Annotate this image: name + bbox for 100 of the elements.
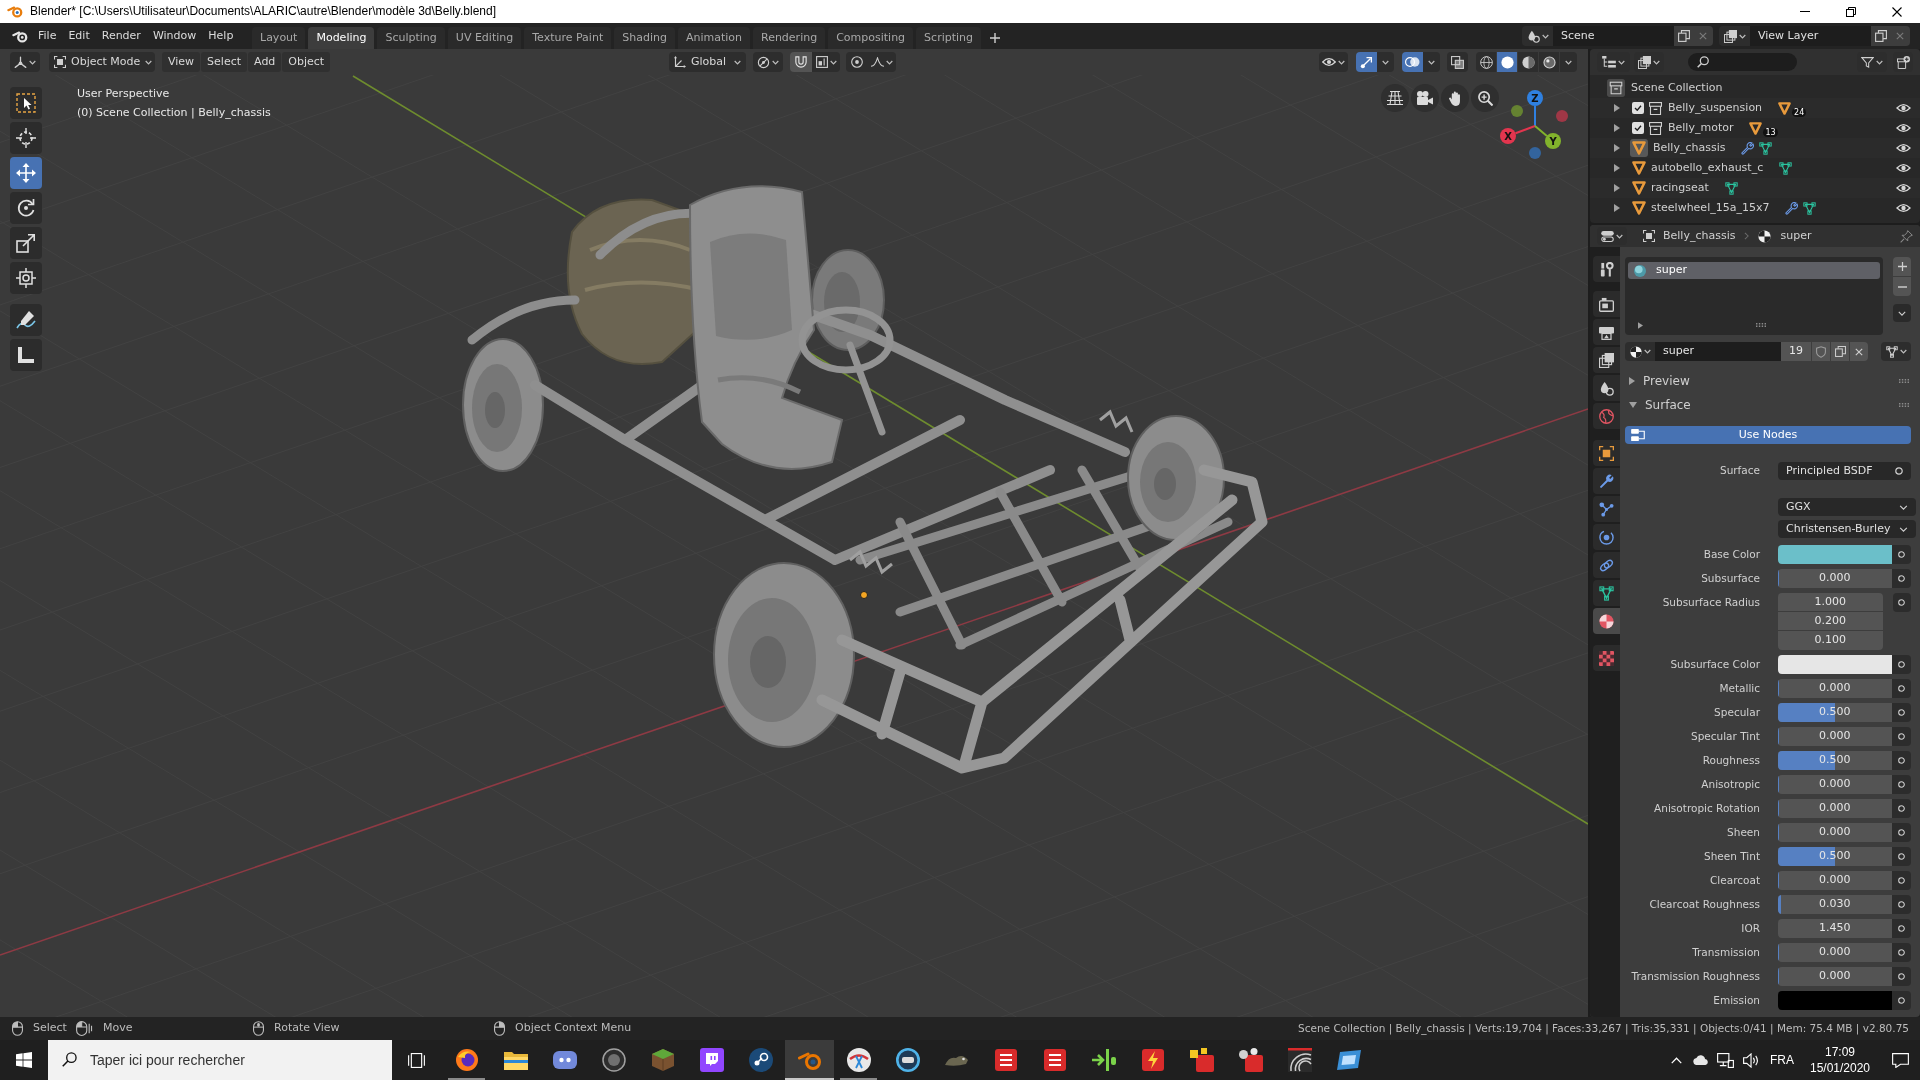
modifier-tab[interactable] [1593, 468, 1620, 494]
link-mode-button[interactable] [1881, 342, 1911, 361]
overlay-options-button[interactable] [1423, 52, 1440, 72]
color-swatch[interactable] [1778, 991, 1892, 1010]
pivot-point-button[interactable] [753, 52, 783, 72]
material-slot[interactable]: super [1628, 262, 1880, 279]
cursor-tool-button[interactable] [10, 122, 42, 154]
slider-field[interactable]: 0.000 [1778, 823, 1892, 842]
socket-button[interactable] [1892, 593, 1911, 612]
number-field[interactable]: 0.200 [1778, 612, 1883, 631]
slider-field[interactable]: 0.000 [1778, 679, 1892, 698]
workspace-tab[interactable]: Modeling [308, 27, 375, 49]
menu-item[interactable]: Render [95, 26, 147, 46]
world-tab[interactable] [1593, 403, 1620, 429]
view-layer-tab[interactable] [1593, 347, 1620, 373]
clock-button[interactable]: 17:09 15/01/2020 [1800, 1040, 1880, 1080]
checkbox[interactable] [1632, 122, 1644, 134]
workspace-tab[interactable]: Sculpting [377, 27, 445, 49]
measure-tool-button[interactable] [10, 339, 42, 371]
view-layer-browse-button[interactable] [1719, 26, 1750, 46]
gizmo-negative-axis-icon[interactable] [1511, 105, 1523, 117]
color-swatch[interactable] [1778, 655, 1892, 674]
visibility-button[interactable] [1319, 52, 1348, 72]
menu-item[interactable]: Object [282, 52, 331, 72]
workspace-tab[interactable]: Layout [252, 27, 306, 49]
scene-tab[interactable] [1593, 375, 1620, 401]
menu-item[interactable]: Select [201, 52, 248, 72]
tool-tab[interactable] [1593, 256, 1620, 282]
workspace-tab[interactable]: Compositing [828, 27, 914, 49]
perspective-toggle-button[interactable] [1381, 84, 1409, 112]
new-scene-button[interactable] [1674, 26, 1693, 46]
gizmo-axis-handle[interactable]: Y [1545, 133, 1561, 149]
menu-item[interactable]: Help [202, 26, 240, 46]
shader-dropdown[interactable]: Principled BSDF [1778, 462, 1911, 480]
xray-toggle-button[interactable] [1447, 52, 1468, 72]
slider-field[interactable]: 0.000 [1778, 871, 1892, 890]
checkbox[interactable] [1632, 102, 1644, 114]
falloff-button[interactable] [868, 52, 896, 72]
zoom-view-button[interactable] [1471, 84, 1499, 112]
annotate-tool-button[interactable] [10, 304, 42, 336]
slider-field[interactable]: 0.030 [1778, 895, 1892, 914]
render-tab[interactable] [1593, 291, 1620, 317]
slider-field[interactable]: 0.000 [1778, 569, 1892, 588]
mode-dropdown[interactable]: Object Mode [49, 52, 155, 72]
language-button[interactable]: FRA [1764, 1040, 1800, 1080]
number-field[interactable]: 0.100 [1778, 631, 1883, 650]
slider-field[interactable]: 0.000 [1778, 727, 1892, 746]
slider-field[interactable]: 0.000 [1778, 799, 1892, 818]
wireframe-shading-button[interactable] [1476, 52, 1496, 72]
add-slot-button[interactable] [1893, 257, 1911, 276]
color-swatch[interactable] [1778, 545, 1892, 564]
panel-header[interactable]: Preview [1625, 369, 1911, 393]
proportional-edit-button[interactable] [846, 52, 868, 72]
new-view-layer-button[interactable] [1871, 26, 1890, 46]
snap-toggle-button[interactable] [790, 52, 812, 72]
object-tab[interactable] [1593, 440, 1620, 466]
duplicate-material-button[interactable] [1830, 342, 1849, 361]
workspace-tab[interactable]: Shading [614, 27, 675, 49]
use-nodes-button[interactable]: Use Nodes [1625, 426, 1911, 444]
slider-field[interactable]: 0.000 [1778, 943, 1892, 962]
shading-options-button[interactable] [1560, 52, 1577, 72]
workspace-tab[interactable]: Animation [677, 27, 750, 49]
taskbar-app-button[interactable] [785, 1040, 834, 1080]
search-field[interactable]: Taper ici pour rechercher [48, 1040, 392, 1080]
gizmo-axis-handle[interactable]: X [1500, 128, 1516, 144]
gizmo-axis-handle[interactable]: Z [1527, 90, 1543, 106]
gizmo-options-button[interactable] [1377, 52, 1394, 72]
distribution-dropdown[interactable]: GGX [1778, 498, 1916, 516]
material-browse-button[interactable] [1625, 342, 1655, 361]
material-tab[interactable] [1593, 608, 1620, 634]
transform-tool-button[interactable] [10, 262, 42, 294]
menu-item[interactable]: File [32, 26, 63, 46]
particles-tab[interactable] [1593, 496, 1620, 522]
pan-view-button[interactable] [1441, 84, 1469, 112]
camera-view-button[interactable] [1411, 84, 1439, 112]
subsurface-method-dropdown[interactable]: Christensen-Burley [1778, 520, 1916, 538]
workspace-tab[interactable]: Rendering [753, 27, 826, 49]
menu-item[interactable]: Window [146, 26, 203, 46]
scene-name-field[interactable]: Scene [1553, 26, 1674, 46]
menu-item[interactable]: View [162, 52, 201, 72]
workspace-tab[interactable]: UV Editing [447, 27, 522, 49]
fake-user-button[interactable] [1811, 342, 1830, 361]
orientation-dropdown[interactable]: Global [669, 52, 746, 72]
unlink-material-button[interactable] [1849, 342, 1868, 361]
constraints-tab[interactable] [1593, 552, 1620, 578]
move-tool-button[interactable] [10, 157, 42, 189]
rendered-shading-button[interactable] [1539, 52, 1559, 72]
material-shading-button[interactable] [1518, 52, 1538, 72]
data-tab[interactable] [1593, 580, 1620, 606]
number-field[interactable]: 1.000 [1778, 593, 1883, 612]
physics-tab[interactable] [1593, 524, 1620, 550]
number-field[interactable]: 1.450 [1778, 919, 1892, 938]
menu-item[interactable]: Add [248, 52, 282, 72]
user-count-button[interactable]: 19 [1781, 342, 1811, 361]
texture-tab[interactable] [1593, 645, 1620, 671]
menu-item[interactable]: Edit [62, 26, 96, 46]
rotate-tool-button[interactable] [10, 192, 42, 224]
scene-browse-button[interactable] [1522, 26, 1553, 46]
slider-field[interactable]: 0.000 [1778, 775, 1892, 794]
overlay-toggle-button[interactable] [1402, 52, 1423, 72]
